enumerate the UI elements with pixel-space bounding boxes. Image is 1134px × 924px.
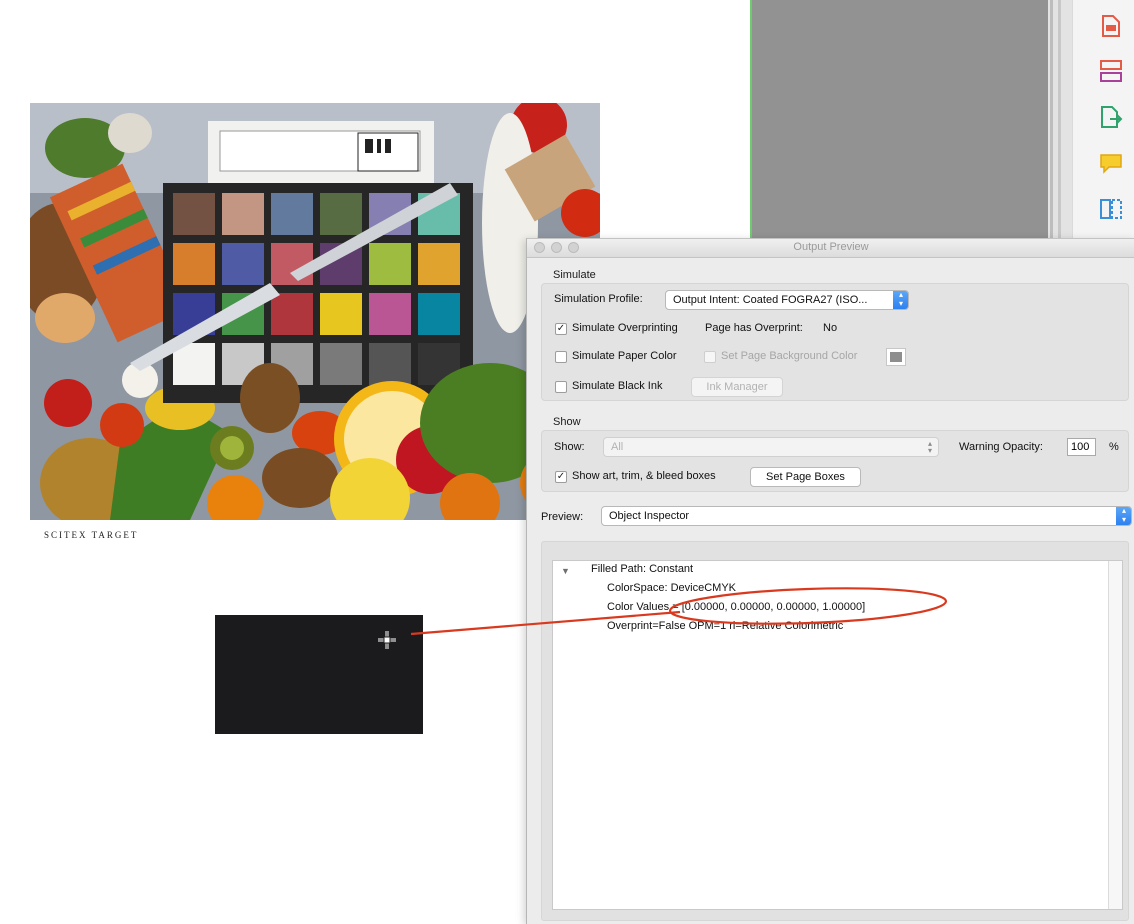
warning-opacity-input[interactable]: 100 (1067, 438, 1096, 456)
checker-patch (369, 243, 411, 285)
page-has-overprint-value: No (823, 322, 838, 334)
checker-patch (320, 193, 362, 235)
dropdown-stepper-icon: ▴ ▾ (1116, 507, 1131, 525)
checker-patch (271, 193, 313, 235)
dropdown-stepper-icon: ▴ ▾ (927, 439, 932, 455)
show-boxes-checkbox[interactable]: ✓ (555, 471, 567, 483)
show-group: Show: All ▴ ▾ Warning Opacity: 100 % ✓ Sh… (541, 430, 1129, 492)
set-page-background-checkbox[interactable] (704, 351, 716, 363)
simulate-black-ink-label: Simulate Black Ink (572, 380, 663, 392)
inspector-overprint: Overprint=False OPM=1 ri=Relative Colori… (607, 620, 844, 632)
checker-patch (320, 343, 362, 385)
compare-icon[interactable] (1098, 196, 1124, 222)
checker-patch (271, 293, 313, 335)
page-has-overprint-label: Page has Overprint: (705, 322, 803, 334)
preview-label: Preview: (541, 511, 584, 523)
inspector-color-values: Color Values = [0.00000, 0.00000, 0.0000… (607, 601, 866, 613)
checker-patch (222, 243, 264, 285)
output-preview-dialog: Output Preview Simulate Simulation Profi… (526, 238, 1134, 924)
object-inspector-list[interactable]: ▼ Filled Path: Constant ColorSpace: Devi… (552, 560, 1123, 910)
simulate-section-label: Simulate (553, 269, 596, 281)
set-page-background-label: Set Page Background Color (721, 350, 858, 362)
percent-label: % (1109, 441, 1119, 453)
inspector-scrollbar[interactable] (1108, 561, 1122, 909)
vertical-scrollbar[interactable] (1048, 0, 1072, 240)
simulation-profile-value: Output Intent: Coated FOGRA27 (ISO... (673, 294, 868, 306)
show-dropdown[interactable]: All ▴ ▾ (603, 437, 939, 457)
show-value: All (611, 441, 624, 453)
dialog-title: Output Preview (793, 241, 869, 253)
set-page-boxes-button[interactable]: Set Page Boxes (750, 467, 861, 487)
page-background-color-swatch[interactable] (886, 348, 906, 366)
checker-patch (222, 193, 264, 235)
inspector-item-title: Filled Path: Constant (591, 563, 694, 575)
checker-patch (320, 293, 362, 335)
simulate-overprinting-label: Simulate Overprinting (572, 322, 678, 334)
checker-patch (418, 243, 460, 285)
checker-patch (369, 293, 411, 335)
dialog-titlebar[interactable]: Output Preview (527, 239, 1134, 258)
simulate-paper-color-label: Simulate Paper Color (572, 350, 677, 362)
checker-patch (369, 343, 411, 385)
object-inspector-panel: ▼ Filled Path: Constant ColorSpace: Devi… (541, 541, 1129, 921)
checker-patch (418, 293, 460, 335)
simulation-profile-dropdown[interactable]: Output Intent: Coated FOGRA27 (ISO... ▴ ▾ (665, 290, 909, 310)
show-section-label: Show (553, 416, 581, 428)
disclosure-triangle-icon[interactable]: ▼ (561, 566, 570, 576)
dropdown-stepper-icon: ▴ ▾ (893, 291, 908, 309)
tools-pane (1072, 0, 1134, 240)
export-pdf-icon[interactable] (1098, 104, 1124, 130)
comment-icon[interactable] (1098, 150, 1124, 176)
crosshair-cursor-icon (378, 631, 396, 649)
show-boxes-label: Show art, trim, & bleed boxes (572, 470, 716, 482)
inspector-colorspace: ColorSpace: DeviceCMYK (607, 582, 736, 594)
preview-value: Object Inspector (609, 510, 690, 522)
checker-patch (173, 243, 215, 285)
photo-caption: SCITEX TARGET (44, 530, 139, 540)
simulate-paper-color-checkbox[interactable] (555, 351, 567, 363)
preview-dropdown[interactable]: Object Inspector ▴ ▾ (601, 506, 1132, 526)
swatch-fill (890, 352, 902, 362)
show-label: Show: (554, 441, 585, 453)
simulate-black-ink-checkbox[interactable] (555, 381, 567, 393)
simulate-overprinting-checkbox[interactable]: ✓ (555, 323, 567, 335)
scitex-target-photo (30, 103, 600, 520)
document-canvas-area (750, 0, 1048, 240)
create-pdf-icon[interactable] (1098, 13, 1124, 39)
organize-pages-icon[interactable] (1098, 58, 1124, 84)
simulation-profile-label: Simulation Profile: (554, 293, 643, 305)
checker-patch (173, 193, 215, 235)
ink-manager-button[interactable]: Ink Manager (691, 377, 783, 397)
warning-opacity-label: Warning Opacity: (959, 441, 1043, 453)
simulate-group: Simulation Profile: Output Intent: Coate… (541, 283, 1129, 401)
